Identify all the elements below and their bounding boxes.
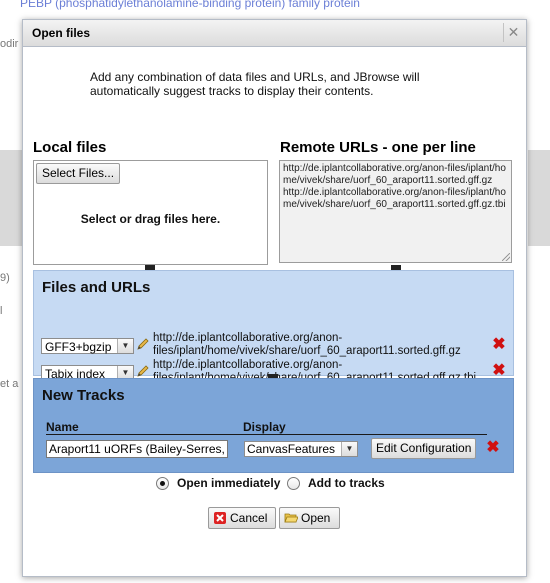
- file-url-line: files/iplant/home/vivek/share/uorf_60_ar…: [153, 345, 461, 357]
- file-row: GFF3+bgzip ▼ http://de.iplantcollaborati…: [41, 332, 509, 357]
- radio-open-immediately[interactable]: [156, 477, 169, 490]
- delete-file-icon[interactable]: ✖: [492, 337, 506, 353]
- new-tracks-heading: New Tracks: [42, 387, 125, 404]
- cancel-button[interactable]: Cancel: [208, 507, 276, 529]
- cancel-label: Cancel: [230, 511, 268, 525]
- file-type-select[interactable]: GFF3+bgzip ▼: [41, 338, 134, 354]
- dialog-intro-text: Add any combination of data files and UR…: [90, 70, 420, 98]
- file-drop-zone[interactable]: Select Files... Select or drag files her…: [33, 160, 268, 265]
- file-type-value: GFF3+bgzip: [45, 340, 112, 354]
- chevron-down-icon: ▼: [341, 442, 357, 456]
- column-header-name: Name: [46, 420, 79, 434]
- background-band-left: [0, 150, 24, 246]
- resize-grip-icon[interactable]: [502, 253, 510, 261]
- select-files-button[interactable]: Select Files...: [36, 163, 121, 184]
- remote-urls-heading: Remote URLs - one per line: [280, 139, 476, 156]
- header-divider: [46, 434, 487, 435]
- dialog-titlebar[interactable]: Open files ✕: [23, 20, 526, 47]
- files-and-urls-section: Files and URLs GFF3+bgzip ▼ http://de.ip…: [33, 270, 514, 384]
- background-fragment: et a: [0, 378, 19, 390]
- new-tracks-section: New Tracks Name Display Araport11 uORFs …: [33, 378, 514, 473]
- radio-label: Open immediately: [177, 476, 281, 490]
- folder-open-icon: [284, 513, 298, 523]
- pencil-icon[interactable]: [136, 364, 150, 378]
- files-and-urls-heading: Files and URLs: [42, 279, 151, 296]
- pencil-icon[interactable]: [136, 337, 150, 351]
- file-url-line: http://de.iplantcollaborative.org/anon-: [153, 359, 343, 371]
- track-display-select[interactable]: CanvasFeatures ▼: [244, 441, 358, 457]
- remote-urls-textarea[interactable]: http://de.iplantcollaborative.org/anon-f…: [279, 160, 512, 263]
- background-fragment: 9): [0, 272, 10, 284]
- background-fragment: l: [0, 305, 3, 317]
- radio-label: Add to tracks: [308, 476, 385, 490]
- radio-add-to-tracks[interactable]: [287, 477, 300, 490]
- column-header-display: Display: [243, 420, 286, 434]
- file-url-line: http://de.iplantcollaborative.org/anon-: [153, 332, 343, 344]
- track-display-value: CanvasFeatures: [247, 442, 336, 456]
- remote-url-text: http://de.iplantcollaborative.org/anon-f…: [283, 163, 506, 210]
- background-link[interactable]: PEBP (phosphatidylethanolamine-binding p…: [20, 0, 360, 10]
- track-name-input[interactable]: Araport11 uORFs (Bailey-Serres,: [46, 440, 228, 458]
- open-files-dialog: Open files ✕ Add any combination of data…: [22, 19, 527, 577]
- file-url: http://de.iplantcollaborative.org/anon- …: [153, 332, 461, 358]
- delete-file-icon[interactable]: ✖: [492, 363, 506, 379]
- open-button[interactable]: Open: [279, 507, 340, 529]
- cancel-icon: [214, 512, 226, 524]
- close-icon[interactable]: ✕: [503, 23, 523, 42]
- edit-configuration-button[interactable]: Edit Configuration: [371, 438, 477, 459]
- dialog-title: Open files: [32, 26, 91, 40]
- delete-track-icon[interactable]: ✖: [486, 440, 500, 456]
- background-band-right: [528, 150, 550, 246]
- chevron-down-icon: ▼: [117, 339, 133, 353]
- local-files-heading: Local files: [33, 139, 107, 156]
- background-fragment: odir: [0, 38, 19, 50]
- open-label: Open: [301, 511, 331, 525]
- drop-hint: Select or drag files here.: [80, 212, 221, 226]
